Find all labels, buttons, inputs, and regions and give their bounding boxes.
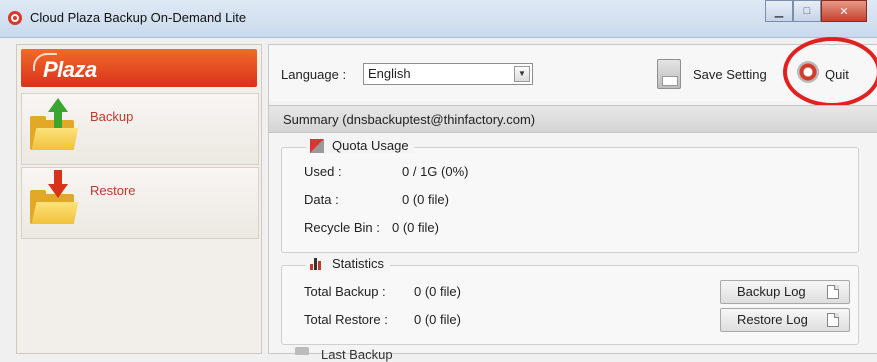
sidebar: Plaza Backup Restore bbox=[16, 44, 262, 354]
total-backup-label: Total Backup : bbox=[304, 284, 386, 299]
quota-recycle-label: Recycle Bin : bbox=[304, 220, 380, 235]
logo-banner: Plaza bbox=[21, 49, 257, 87]
title-bar: Cloud Plaza Backup On-Demand Lite ▁ □ ✕ bbox=[0, 0, 877, 38]
backup-log-label: Backup Log bbox=[737, 284, 806, 299]
statistics-group: Statistics Total Backup : 0 (0 file) Tot… bbox=[281, 256, 859, 345]
window-title: Cloud Plaza Backup On-Demand Lite bbox=[30, 10, 247, 25]
backup-log-button[interactable]: Backup Log bbox=[720, 280, 850, 304]
window-controls: ▁ □ ✕ bbox=[765, 0, 867, 22]
quota-usage-title: Quota Usage bbox=[332, 138, 409, 153]
quit-icon[interactable] bbox=[797, 61, 819, 83]
quota-recycle-value: 0 (0 file) bbox=[392, 220, 439, 235]
summary-header: Summary (dnsbackuptest@thinfactory.com) bbox=[269, 105, 877, 133]
main-panel: Language : English ▼ Save Setting Quit S… bbox=[268, 37, 877, 362]
save-setting-button[interactable]: Save Setting bbox=[693, 67, 767, 82]
restore-log-button[interactable]: Restore Log bbox=[720, 308, 850, 332]
quota-row-used: Used : 0 / 1G (0%) bbox=[304, 164, 468, 179]
chevron-down-icon[interactable]: ▼ bbox=[514, 66, 530, 82]
last-backup-legend: Last Backup bbox=[321, 347, 393, 362]
stats-row-backup: Total Backup : 0 (0 file) bbox=[304, 284, 461, 299]
quota-used-value: 0 / 1G (0%) bbox=[402, 164, 469, 179]
folder-download-icon bbox=[30, 170, 79, 224]
sidebar-item-label: Restore bbox=[90, 183, 136, 198]
restore-log-label: Restore Log bbox=[737, 312, 808, 327]
quota-row-data: Data : 0 (0 file) bbox=[304, 192, 449, 207]
document-icon bbox=[827, 313, 839, 327]
statistics-title: Statistics bbox=[332, 256, 385, 271]
quota-usage-legend: Quota Usage bbox=[306, 138, 415, 153]
last-backup-icon bbox=[295, 347, 309, 355]
bar-chart-icon bbox=[310, 257, 324, 270]
statistics-legend: Statistics bbox=[306, 256, 391, 271]
quota-used-label: Used : bbox=[304, 164, 342, 179]
language-label: Language : bbox=[281, 67, 347, 82]
quota-usage-group: Quota Usage Used : 0 / 1G (0%) Data : 0 … bbox=[281, 138, 859, 253]
language-select[interactable]: English ▼ bbox=[363, 63, 533, 85]
language-value: English bbox=[368, 66, 411, 81]
summary-title: Summary (dnsbackuptest@thinfactory.com) bbox=[283, 112, 536, 127]
quota-row-recycle-bin: Recycle Bin : 0 (0 file) bbox=[304, 220, 439, 235]
sidebar-item-label: Backup bbox=[90, 109, 134, 124]
sidebar-item-restore[interactable]: Restore bbox=[21, 167, 259, 239]
quota-icon bbox=[310, 138, 324, 153]
quota-data-value: 0 (0 file) bbox=[402, 192, 449, 207]
app-icon bbox=[8, 11, 22, 25]
toolbar: Language : English ▼ Save Setting Quit bbox=[269, 37, 877, 107]
quota-data-label: Data : bbox=[304, 192, 339, 207]
total-restore-value: 0 (0 file) bbox=[414, 312, 461, 327]
quit-button[interactable]: Quit bbox=[825, 67, 849, 82]
maximize-button[interactable]: □ bbox=[793, 0, 821, 22]
total-backup-value: 0 (0 file) bbox=[414, 284, 461, 299]
minimize-button[interactable]: ▁ bbox=[765, 0, 793, 22]
stats-row-restore: Total Restore : 0 (0 file) bbox=[304, 312, 461, 327]
document-icon bbox=[827, 285, 839, 299]
total-restore-label: Total Restore : bbox=[304, 312, 388, 327]
close-button[interactable]: ✕ bbox=[821, 0, 867, 22]
logo-text: Plaza bbox=[43, 57, 97, 82]
folder-upload-icon bbox=[30, 98, 79, 150]
sidebar-item-backup[interactable]: Backup bbox=[21, 93, 259, 165]
save-setting-icon[interactable] bbox=[657, 59, 681, 89]
